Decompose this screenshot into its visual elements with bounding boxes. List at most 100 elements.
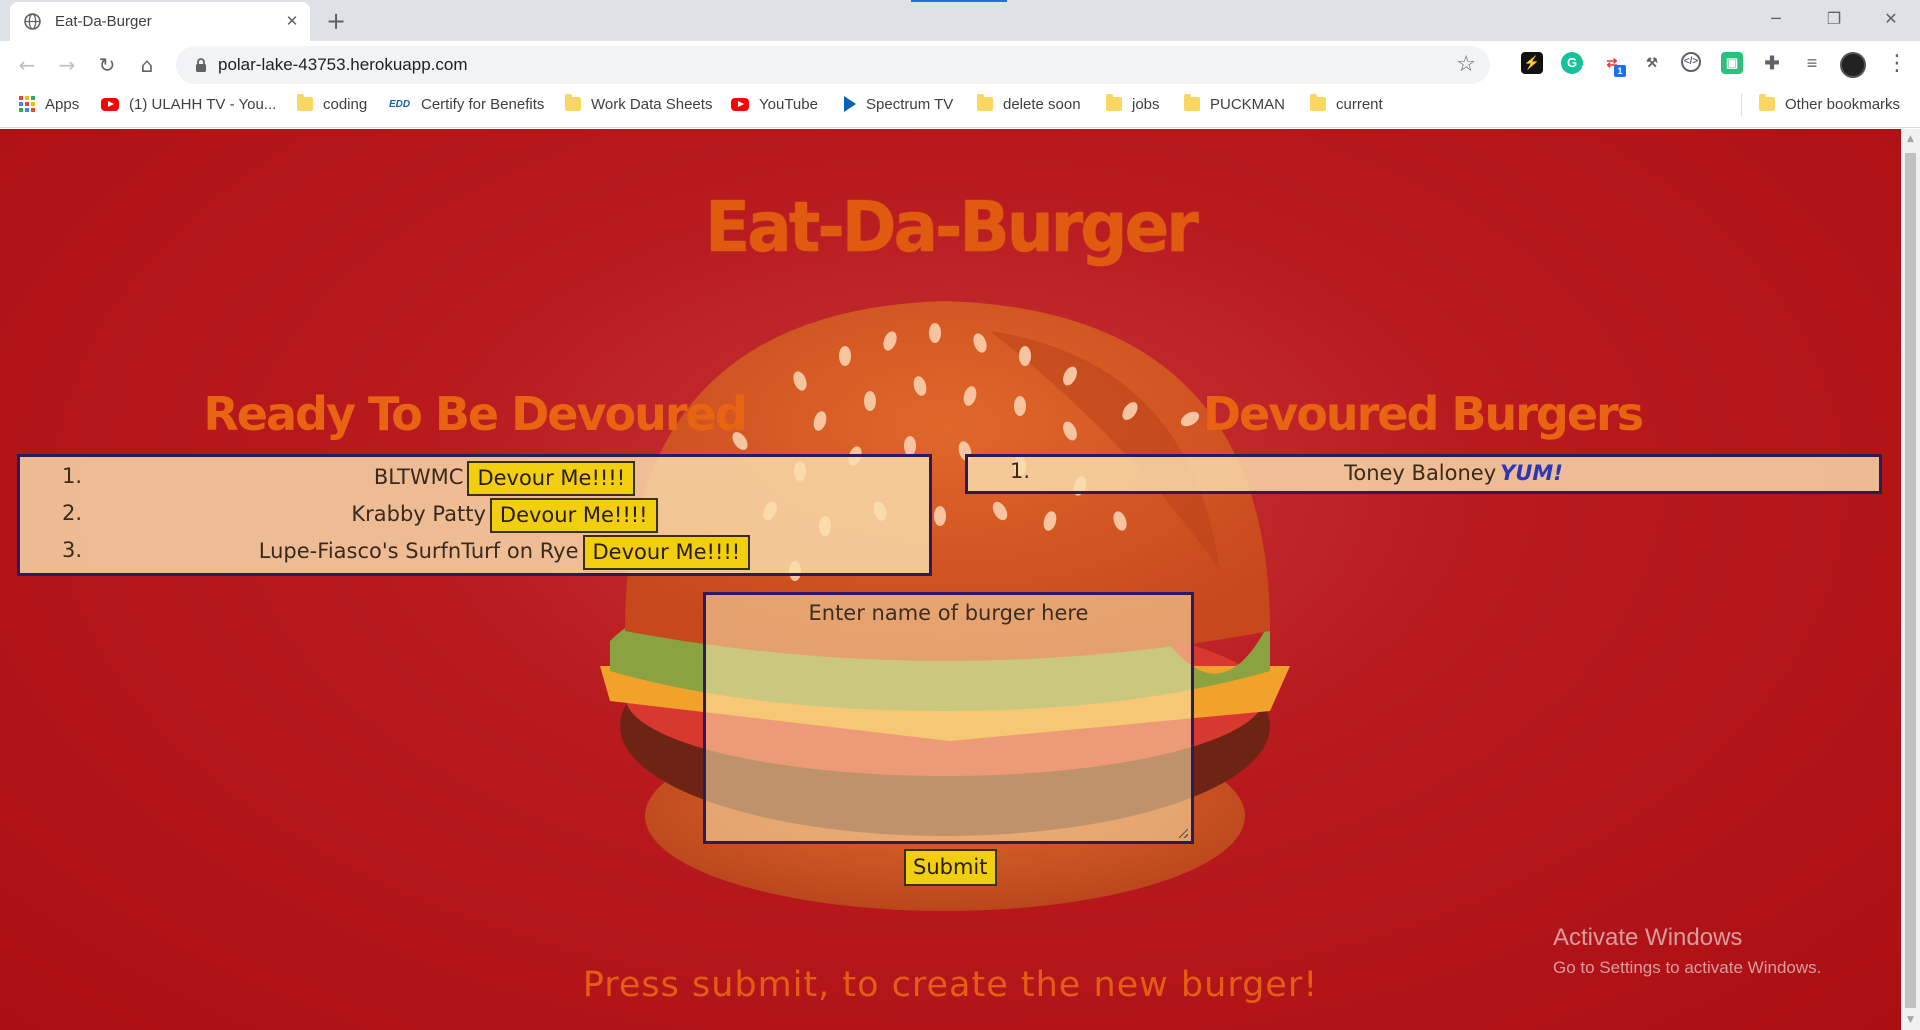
submit-button[interactable]: Submit <box>904 849 997 886</box>
list-item: 1. BLTWMC Devour Me!!!! <box>20 459 929 496</box>
bookmarks-bar: Apps (1) ULAHH TV - You... coding EDD Ce… <box>0 88 1920 128</box>
list-number: 1. <box>61 464 82 488</box>
folder-icon <box>977 94 993 111</box>
tab-strip: Eat-Da-Burger ✕ + ─ ❐ ✕ <box>0 0 1920 41</box>
bookmarks-divider <box>1741 94 1742 116</box>
grammarly-icon[interactable]: G <box>1561 52 1583 74</box>
bookmark-label: PUCKMAN <box>1210 95 1286 113</box>
folder-icon <box>297 94 313 111</box>
burger-name: Lupe-Fiasco's SurfnTurf on Rye <box>258 539 579 563</box>
folder-icon <box>1310 94 1326 111</box>
activate-windows-subtitle: Go to Settings to activate Windows. <box>1553 958 1822 977</box>
bookmark-label: coding <box>323 95 368 113</box>
activate-windows-title: Activate Windows <box>1553 924 1743 951</box>
bookmark-other-bookmarks[interactable]: Other bookmarks <box>1759 88 1900 120</box>
bookmark-delete-soon[interactable]: delete soon <box>977 88 1081 120</box>
textarea-placeholder: Enter name of burger here <box>808 601 1089 625</box>
bookmark-label: Certify for Benefits <box>421 95 545 113</box>
bookmark-coding[interactable]: coding <box>297 88 367 120</box>
close-tab-icon[interactable]: ✕ <box>281 10 303 32</box>
page-title: Eat-Da-Burger <box>705 187 1199 268</box>
bookmark-star-icon[interactable]: ☆ <box>1456 53 1476 77</box>
minimize-icon[interactable]: ─ <box>1754 6 1798 32</box>
extension-code-icon[interactable]: </> <box>1681 52 1701 72</box>
bookmark-label: (1) ULAHH TV - You... <box>129 95 277 113</box>
extension-badge: 1 <box>1614 65 1626 77</box>
resize-handle-icon[interactable] <box>1179 829 1188 838</box>
devour-button[interactable]: Devour Me!!!! <box>489 497 658 533</box>
page-scrollbar[interactable]: ▲ ▼ <box>1901 129 1920 1030</box>
devour-button[interactable]: Devour Me!!!! <box>467 460 636 496</box>
burger-name-textarea[interactable]: Enter name of burger here <box>703 592 1194 844</box>
address-bar[interactable]: polar-lake-43753.herokuapp.com ☆ <box>176 46 1490 84</box>
bookmark-label: current <box>1336 95 1383 113</box>
activate-windows-watermark: Activate Windows Go to Settings to activ… <box>1553 924 1821 978</box>
devoured-burger-list: 1. Toney Baloney YUM! <box>965 454 1882 494</box>
burger-name: Krabby Patty <box>351 502 486 526</box>
scrollbar-thumb[interactable] <box>1905 153 1916 1008</box>
close-window-icon[interactable]: ✕ <box>1869 6 1913 32</box>
extensions-puzzle-icon[interactable]: ✚ <box>1761 52 1783 74</box>
bookmark-label: jobs <box>1132 95 1160 113</box>
youtube-icon <box>101 97 119 111</box>
scroll-up-icon[interactable]: ▲ <box>1905 133 1916 145</box>
apps-grid-icon <box>19 96 35 112</box>
bookmark-label: Apps <box>45 95 80 113</box>
bookmark-puckman[interactable]: PUCKMAN <box>1184 88 1285 120</box>
list-item: 3. Lupe-Fiasco's SurfnTurf on Rye Devour … <box>20 533 929 570</box>
list-item: 1. Toney Baloney YUM! <box>968 457 1879 493</box>
list-number: 2. <box>61 501 82 525</box>
bookmark-label: delete soon <box>1003 95 1081 113</box>
bookmark-spectrum-tv[interactable]: Spectrum TV <box>844 88 953 120</box>
tab-title: Eat-Da-Burger <box>55 13 152 30</box>
bookmark-label: YouTube <box>759 95 818 113</box>
home-icon[interactable]: ⌂ <box>133 51 161 79</box>
folder-icon <box>1106 94 1122 111</box>
ready-heading: Ready To Be Devoured <box>203 387 747 441</box>
folder-icon <box>1759 94 1775 111</box>
devoured-heading: Devoured Burgers <box>1202 387 1644 441</box>
bookmark-certify-for-benefits[interactable]: EDD Certify for Benefits <box>389 88 544 120</box>
yum-label: YUM! <box>1500 461 1563 485</box>
folder-icon <box>1184 94 1200 111</box>
bookmark-label: Other bookmarks <box>1785 95 1901 113</box>
bookmark-label: Work Data Sheets <box>591 95 713 113</box>
bookmark-youtube[interactable]: YouTube <box>731 88 818 120</box>
bookmark-work-data-sheets[interactable]: Work Data Sheets <box>565 88 712 120</box>
extension-tab-icon[interactable]: ▣ <box>1721 52 1743 74</box>
forward-icon[interactable]: → <box>53 51 81 79</box>
bookmark-jobs[interactable]: jobs <box>1106 88 1160 120</box>
youtube-icon <box>731 97 749 111</box>
bookmark-label: Spectrum TV <box>866 95 954 113</box>
spectrum-icon <box>844 96 856 112</box>
globe-icon <box>24 13 41 30</box>
browser-tab[interactable]: Eat-Da-Burger ✕ <box>10 2 310 41</box>
list-number: 3. <box>61 538 82 562</box>
list-item: 2. Krabby Patty Devour Me!!!! <box>20 496 929 533</box>
reload-icon[interactable]: ↻ <box>93 51 121 79</box>
devour-button[interactable]: Devour Me!!!! <box>582 534 751 570</box>
burger-name: BLTWMC <box>373 465 464 489</box>
url-text[interactable]: polar-lake-43753.herokuapp.com <box>218 55 468 75</box>
menu-kebab-icon[interactable]: ⋮ <box>1886 51 1908 77</box>
restore-icon[interactable]: ❐ <box>1812 6 1856 32</box>
burger-name: Toney Baloney <box>1344 461 1497 485</box>
extension-tool-icon[interactable]: ⚒ <box>1641 52 1663 74</box>
extension-share-icon[interactable]: ⇄ 1 <box>1601 52 1626 77</box>
lock-icon[interactable] <box>193 57 209 73</box>
browser-toolbar: ← → ↻ ⌂ polar-lake-43753.herokuapp.com ☆ <box>0 41 1920 88</box>
bookmark-apps[interactable]: Apps <box>19 88 79 120</box>
bookmark-ulahh-tv[interactable]: (1) ULAHH TV - You... <box>101 88 276 120</box>
media-control-icon[interactable]: ≡ <box>1801 52 1823 74</box>
edd-icon: EDD <box>389 98 411 110</box>
ready-burger-list: 1. BLTWMC Devour Me!!!! 2. Krabby Patty De… <box>17 454 932 576</box>
scroll-down-icon[interactable]: ▼ <box>1905 1014 1916 1026</box>
folder-icon <box>565 94 581 111</box>
tab-strip-indicator <box>911 0 1007 2</box>
bookmark-current[interactable]: current <box>1310 88 1383 120</box>
new-tab-icon[interactable]: + <box>322 7 350 35</box>
profile-avatar[interactable] <box>1840 52 1866 78</box>
back-icon[interactable]: ← <box>13 51 41 79</box>
list-number: 1. <box>1009 459 1030 483</box>
extension-bolt-icon[interactable]: ⚡ <box>1521 52 1543 74</box>
